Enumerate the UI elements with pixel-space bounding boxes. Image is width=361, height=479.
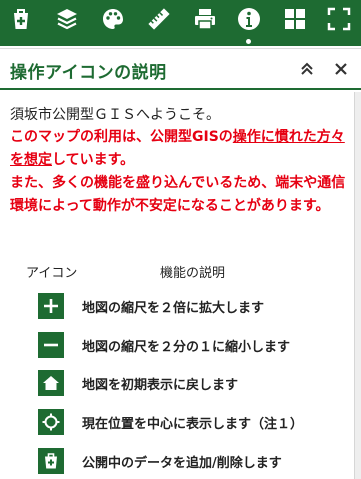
icon-row-text: 地図を初期表示に戻します <box>82 378 239 393</box>
info-icon <box>238 8 260 30</box>
icon-row: 公開中のデータを追加/削除します <box>38 448 338 474</box>
grid-button[interactable] <box>280 4 310 34</box>
icon-row: 地図の縮尺を２倍に拡大します <box>38 293 338 319</box>
home-icon <box>43 376 59 390</box>
home-swatch <box>38 370 64 396</box>
layer-add-icon <box>45 453 57 469</box>
icon-row-text: 現在位置を中心に表示します（注１） <box>82 417 304 432</box>
icon-row-text: 地図の縮尺を２倍に拡大します <box>82 301 265 316</box>
fullscreen-button[interactable] <box>324 4 354 34</box>
icon-row: 地図を初期表示に戻します <box>38 370 338 396</box>
icon-row: 現在位置を中心に表示します（注１） <box>38 409 338 435</box>
layers-button[interactable] <box>52 4 82 34</box>
column-header-description: 機能の説明 <box>160 266 226 281</box>
panel-scrollbar[interactable] <box>354 92 361 479</box>
locate-icon <box>42 413 60 431</box>
print-icon <box>195 9 215 30</box>
palette-button[interactable] <box>98 4 128 34</box>
column-header-icon: アイコン <box>26 266 78 281</box>
layers-icon <box>57 9 77 30</box>
map-toolbar <box>0 0 361 46</box>
layer-add-icon <box>14 9 28 29</box>
notice-text-part: しています。 <box>52 152 135 168</box>
zoom-out-swatch <box>38 332 64 358</box>
ruler-icon <box>148 8 170 30</box>
notice-text-part: また、多くの機能を盛り込んでいるため、端末や通信環境によって動作が不安定になるこ… <box>10 175 346 214</box>
zoom-out-icon <box>44 343 58 347</box>
measure-button[interactable] <box>144 4 174 34</box>
welcome-text: 須坂市公開型ＧＩＳへようこそ。 <box>10 107 220 123</box>
panel-header: 操作アイコンの説明 <box>0 48 361 90</box>
notice-text-part: このマップの利用は、公開型GISの <box>10 129 233 145</box>
palette-icon <box>103 9 123 29</box>
icon-row: 地図の縮尺を２分の１に縮小します <box>38 332 338 358</box>
fullscreen-icon <box>327 7 351 31</box>
icon-row-text: 公開中のデータを追加/削除します <box>82 456 282 471</box>
close-button[interactable] <box>330 58 352 80</box>
print-button[interactable] <box>190 4 220 34</box>
zoom-in-swatch <box>38 293 64 319</box>
double-chevron-up-icon <box>301 62 313 75</box>
panel-body: 須坂市公開型ＧＩＳへようこそ。 このマップの利用は、公開型GISの操作に慣れた方… <box>0 92 354 479</box>
notice-text: このマップの利用は、公開型GISの操作に慣れた方々を想定しています。 また、多く… <box>10 126 350 218</box>
panel-title: 操作アイコンの説明 <box>10 63 167 83</box>
info-button[interactable] <box>234 4 264 34</box>
layer-add-button[interactable] <box>6 4 36 34</box>
locate-swatch <box>38 409 64 435</box>
collapse-button[interactable] <box>296 58 318 80</box>
close-icon <box>335 63 347 75</box>
icon-row-text: 地図の縮尺を２分の１に縮小します <box>82 340 291 355</box>
layer-add-swatch <box>38 448 64 474</box>
active-tab-indicator <box>246 39 251 44</box>
zoom-in-icon <box>44 299 58 313</box>
grid-icon <box>285 9 305 29</box>
